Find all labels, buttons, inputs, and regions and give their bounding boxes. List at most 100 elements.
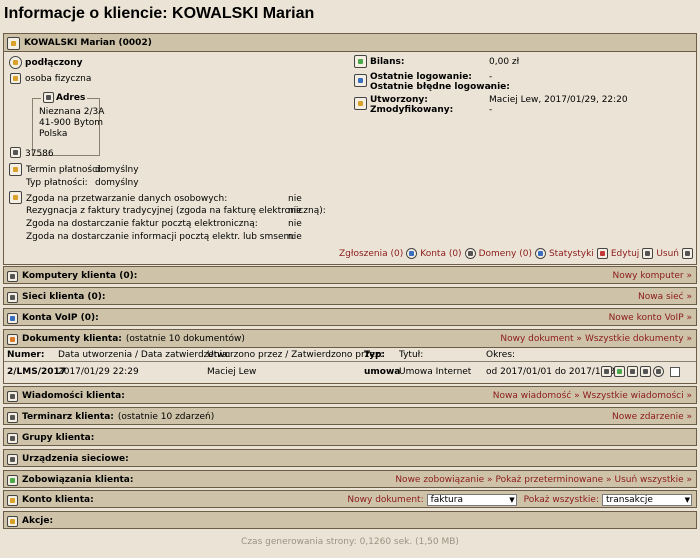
customer-status: podłączony	[25, 58, 83, 68]
payment-icon	[9, 163, 22, 176]
tickets-link[interactable]: Zgłoszenia (0)	[339, 249, 403, 259]
doc-select-checkbox[interactable]	[670, 366, 680, 377]
phone-icon	[7, 312, 18, 324]
devices-panel: Urządzenia sieciowe:	[3, 449, 697, 467]
delete-icon[interactable]	[682, 248, 693, 259]
customer-header-label: KOWALSKI Marian (0002)	[24, 38, 152, 48]
customer-type: osoba fizyczna	[25, 74, 92, 84]
col-date: Data utworzenia / Data zatwierdzenia:	[58, 350, 231, 360]
last-failed-login-value: -	[489, 82, 493, 92]
stats-globe-icon[interactable]	[534, 248, 546, 259]
view-icon[interactable]	[653, 366, 664, 377]
new-message-link[interactable]: Nowa wiadomość »	[493, 391, 580, 401]
hand-icon	[7, 515, 18, 527]
liabilities-title: Zobowiązania klienta:	[22, 475, 134, 485]
print-icon[interactable]	[601, 366, 612, 377]
pencil-icon[interactable]	[640, 366, 651, 377]
computers-title: Komputery klienta (0):	[22, 271, 138, 281]
address-line-1: Nieznana 2/3A	[39, 107, 105, 117]
login-icon	[354, 74, 367, 87]
col-title: Tytuł:	[399, 350, 424, 360]
new-computer-link[interactable]: Nowy komputer »	[612, 271, 692, 281]
new-liability-link[interactable]: Nowe zobowiązanie »	[395, 475, 492, 485]
new-event-link[interactable]: Nowe zdarzenie »	[612, 412, 692, 422]
delete-link[interactable]: Usuń	[656, 249, 679, 259]
customer-icon	[7, 36, 20, 50]
new-document-link[interactable]: Nowy dokument »	[500, 334, 582, 344]
chart-icon[interactable]	[596, 248, 608, 259]
documents-subtitle: (ostatnie 10 dokumentów)	[125, 334, 245, 344]
new-network-link[interactable]: Nowa sieć »	[638, 292, 692, 302]
timetable-title: Terminarz klienta:	[22, 412, 114, 422]
address-box: Adres Nieznana 2/3A 41-900 Bytom Polska	[32, 92, 104, 156]
show-all-label: Pokaż wszystkie:	[523, 495, 599, 505]
show-all-select[interactable]: transakcje	[602, 494, 692, 506]
messages-title: Wiadomości klienta:	[22, 391, 125, 401]
customer-id-number: 37586	[25, 149, 54, 159]
groups-panel: Grupy klienta:	[3, 428, 697, 446]
networks-panel: Sieci klienta (0): Nowa sieć »	[3, 287, 697, 305]
consent-label-4: Zgoda na dostarczanie informacji pocztą …	[26, 232, 296, 242]
doc-row-actions	[601, 366, 680, 377]
all-documents-link[interactable]: Wszystkie dokumenty »	[585, 334, 692, 344]
new-document-label: Nowy dokument:	[347, 495, 424, 505]
doc-by: Maciej Lew	[207, 367, 257, 377]
modified-label: Zmodyfikowany:	[370, 105, 454, 115]
address-label: Adres	[56, 92, 86, 103]
documents-panel: Dokumenty klienta: (ostatnie 10 dokument…	[3, 329, 697, 384]
approve-icon[interactable]	[614, 366, 625, 377]
customer-header: KOWALSKI Marian (0002)	[4, 34, 696, 52]
created-value: Maciej Lew, 2017/01/29, 22:20	[489, 95, 628, 105]
new-document-select-value: faktura	[430, 495, 463, 505]
consent-label-2: Rezygnacja z faktury tradycyjnej (zgoda …	[26, 206, 326, 216]
house-icon	[43, 92, 54, 103]
consent-value-4: nie	[288, 232, 302, 242]
accounts-link[interactable]: Konta (0)	[420, 249, 461, 259]
last-login-value: -	[489, 72, 493, 82]
doc-date: 2017/01/29 22:29	[58, 367, 139, 377]
delete-all-link[interactable]: Usuń wszystkie »	[615, 475, 692, 485]
statistics-link[interactable]: Statystyki	[549, 249, 594, 259]
col-number: Numer:	[7, 350, 45, 360]
new-voip-account-link[interactable]: Nowe konto VoIP »	[609, 313, 692, 323]
show-expired-link[interactable]: Pokaż przeterminowane »	[496, 475, 612, 485]
balance-label: Bilans:	[370, 57, 405, 67]
actions-panel: Akcje:	[3, 511, 697, 529]
customer-actions: Zgłoszenia (0) Konta (0) Domeny (0) Stat…	[339, 248, 693, 259]
money-icon	[7, 474, 18, 486]
people-icon[interactable]	[464, 248, 476, 259]
last-login-label: Ostatnie logowanie:	[370, 72, 472, 82]
account-icon	[7, 494, 18, 506]
consent-icon	[9, 191, 22, 204]
payment-type-value: domyślny	[95, 178, 139, 188]
consent-value-3: nie	[288, 219, 302, 229]
consent-label-1: Zgoda na przetwarzanie danych osobowych:	[26, 194, 228, 204]
consent-value-1: nie	[288, 194, 302, 204]
edit-doc-icon[interactable]	[627, 366, 638, 377]
col-type: Typ:	[364, 350, 385, 360]
voip-panel: Konta VoIP (0): Nowe konto VoIP »	[3, 308, 697, 326]
col-divider	[4, 361, 696, 362]
user-icon	[354, 97, 367, 110]
money-icon	[354, 55, 367, 68]
id-card-icon	[10, 147, 21, 158]
payment-term-value: domyślny	[95, 165, 139, 175]
devices-title: Urządzenia sieciowe:	[22, 454, 129, 464]
modified-value: -	[489, 105, 493, 115]
folder-icon	[10, 73, 21, 84]
all-messages-link[interactable]: Wszystkie wiadomości »	[583, 391, 692, 401]
consent-label-3: Zgoda na dostarczanie faktur pocztą elek…	[26, 219, 258, 229]
status-icon	[9, 56, 22, 69]
doc-title: Umowa Internet	[399, 367, 472, 377]
group-icon	[7, 432, 18, 444]
payment-type-label: Typ płatności:	[26, 178, 88, 188]
globe-icon[interactable]	[406, 248, 418, 259]
domains-link[interactable]: Domeny (0)	[479, 249, 532, 259]
calendar-icon	[7, 411, 18, 423]
edit-link[interactable]: Edytuj	[611, 249, 639, 259]
timetable-panel: Terminarz klienta: (ostatnie 10 zdarzeń)…	[3, 407, 697, 425]
computers-panel: Komputery klienta (0): Nowy komputer »	[3, 266, 697, 284]
groups-title: Grupy klienta:	[22, 433, 95, 443]
new-document-select[interactable]: faktura	[426, 494, 517, 506]
pencil-icon[interactable]	[642, 248, 654, 259]
